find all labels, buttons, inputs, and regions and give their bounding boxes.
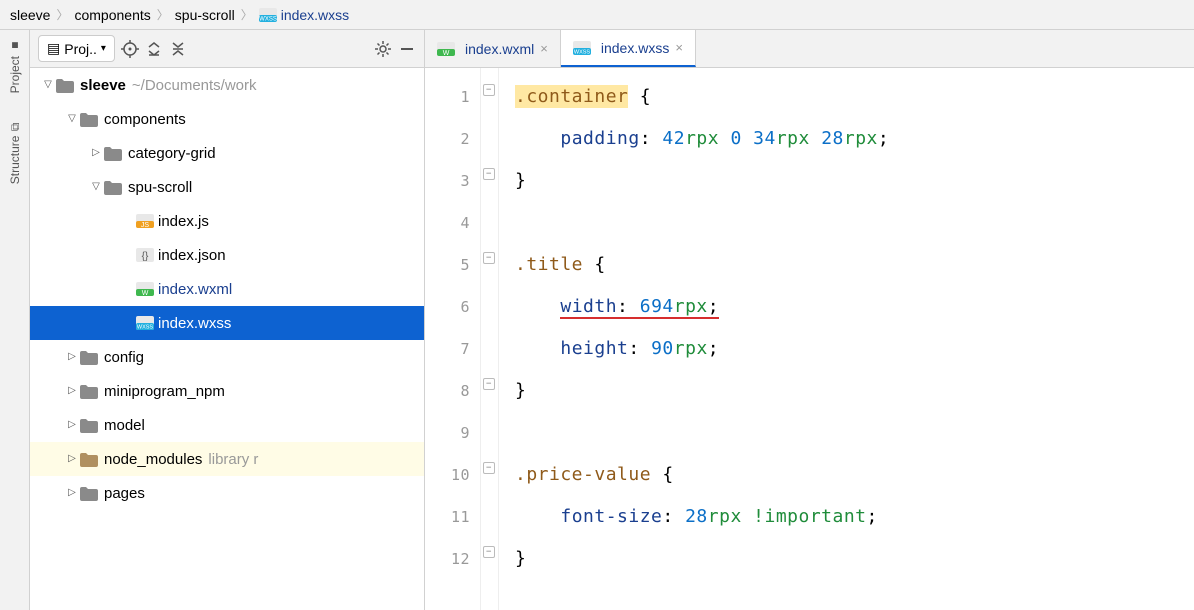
chevron-right-icon[interactable]: ▷ xyxy=(64,350,80,364)
tree-file[interactable]: {} index.json xyxy=(30,238,424,272)
breadcrumb-item[interactable]: sleeve xyxy=(10,7,50,23)
tree-root[interactable]: ▽ sleeve ~/Documents/work xyxy=(30,68,424,102)
svg-text:W: W xyxy=(443,50,450,56)
svg-text:{}: {} xyxy=(142,251,149,262)
wxss-file-icon: WXSS xyxy=(259,8,277,22)
wxss-file-icon: WXSS xyxy=(573,41,591,55)
folder-icon xyxy=(56,78,74,92)
fold-icon[interactable]: − xyxy=(483,462,495,474)
close-icon[interactable]: × xyxy=(540,41,548,56)
gear-icon[interactable] xyxy=(374,40,392,58)
fold-icon[interactable]: − xyxy=(483,168,495,180)
fold-icon[interactable]: − xyxy=(483,378,495,390)
editor-tabs: W index.wxml × WXSS index.wxss × xyxy=(425,30,1194,68)
wxss-file-icon: WXSS xyxy=(136,316,154,330)
minimize-icon[interactable] xyxy=(398,40,416,58)
folder-icon xyxy=(80,486,98,500)
chevron-right-icon: 〉 xyxy=(157,6,169,23)
editor: W index.wxml × WXSS index.wxss × 1234567… xyxy=(425,30,1194,610)
svg-text:WXSS: WXSS xyxy=(259,16,277,22)
chevron-right-icon[interactable]: ▷ xyxy=(88,146,104,160)
line-gutter: 123456789101112 xyxy=(425,68,481,610)
chevron-right-icon[interactable]: ▷ xyxy=(64,384,80,398)
chevron-right-icon[interactable]: ▷ xyxy=(64,418,80,432)
folder-icon xyxy=(80,350,98,364)
chevron-down-icon[interactable]: ▽ xyxy=(40,78,56,92)
folder-icon xyxy=(104,180,122,194)
chevron-right-icon[interactable]: ▷ xyxy=(64,452,80,466)
chevron-down-icon[interactable]: ▽ xyxy=(64,112,80,126)
tree-folder[interactable]: ▽ spu-scroll xyxy=(30,170,424,204)
project-tree[interactable]: ▽ sleeve ~/Documents/work ▽ components ▷… xyxy=(30,68,424,610)
svg-text:WXSS: WXSS xyxy=(137,325,154,331)
chevron-right-icon[interactable]: ▷ xyxy=(64,486,80,500)
project-toolbar: ▤ Proj.. ▾ xyxy=(30,30,424,68)
chevron-down-icon: ▾ xyxy=(101,43,106,54)
js-file-icon: JS xyxy=(136,214,154,228)
folder-icon xyxy=(80,112,98,126)
folder-icon xyxy=(80,418,98,432)
svg-text:JS: JS xyxy=(141,222,150,228)
fold-icon[interactable]: − xyxy=(483,252,495,264)
tree-file[interactable]: W index.wxml xyxy=(30,272,424,306)
fold-column[interactable]: − − − − − − xyxy=(481,68,499,610)
locate-icon[interactable] xyxy=(121,40,139,58)
code-text[interactable]: .container { padding: 42rpx 0 34rpx 28rp… xyxy=(499,68,889,610)
tool-window-bar: Project■ Structure⧉ xyxy=(0,30,30,610)
folder-icon xyxy=(80,384,98,398)
tree-file[interactable]: JS index.js xyxy=(30,204,424,238)
project-tool-tab[interactable]: Project■ xyxy=(8,38,22,93)
close-icon[interactable]: × xyxy=(675,40,683,55)
svg-text:W: W xyxy=(142,290,149,296)
chevron-right-icon: 〉 xyxy=(56,6,68,23)
tree-folder[interactable]: ▽ components xyxy=(30,102,424,136)
folder-icon xyxy=(80,452,98,466)
tree-folder[interactable]: ▷ model xyxy=(30,408,424,442)
expand-all-icon[interactable] xyxy=(145,40,163,58)
wxml-file-icon: W xyxy=(136,282,154,296)
collapse-all-icon[interactable] xyxy=(169,40,187,58)
fold-icon[interactable]: − xyxy=(483,84,495,96)
svg-text:WXSS: WXSS xyxy=(574,49,591,55)
project-icon: ▤ xyxy=(47,40,60,57)
tree-folder[interactable]: ▷ miniprogram_npm xyxy=(30,374,424,408)
code-editor[interactable]: 123456789101112 − − − − − − .container {… xyxy=(425,68,1194,610)
breadcrumb-item[interactable]: components xyxy=(74,7,150,23)
tree-folder-library[interactable]: ▷ node_modules library r xyxy=(30,442,424,476)
tree-folder[interactable]: ▷ category-grid xyxy=(30,136,424,170)
breadcrumb-item[interactable]: spu-scroll xyxy=(175,7,235,23)
tree-file-selected[interactable]: WXSS index.wxss xyxy=(30,306,424,340)
chevron-right-icon: 〉 xyxy=(241,6,253,23)
tab-wxml[interactable]: W index.wxml × xyxy=(425,30,561,67)
chevron-down-icon[interactable]: ▽ xyxy=(88,180,104,194)
json-file-icon: {} xyxy=(136,248,154,262)
tree-folder[interactable]: ▷ pages xyxy=(30,476,424,510)
folder-icon xyxy=(104,146,122,160)
tab-wxss[interactable]: WXSS index.wxss × xyxy=(561,30,696,67)
fold-icon[interactable]: − xyxy=(483,546,495,558)
tree-folder[interactable]: ▷ config xyxy=(30,340,424,374)
project-panel: ▤ Proj.. ▾ ▽ sleeve ~/Documents/work ▽ c… xyxy=(30,30,425,610)
project-view-selector[interactable]: ▤ Proj.. ▾ xyxy=(38,35,115,62)
structure-tool-tab[interactable]: Structure⧉ xyxy=(8,123,22,184)
wxml-file-icon: W xyxy=(437,42,455,56)
breadcrumb-current[interactable]: index.wxss xyxy=(281,7,349,23)
breadcrumb: sleeve 〉 components 〉 spu-scroll 〉 WXSS … xyxy=(0,0,1194,30)
